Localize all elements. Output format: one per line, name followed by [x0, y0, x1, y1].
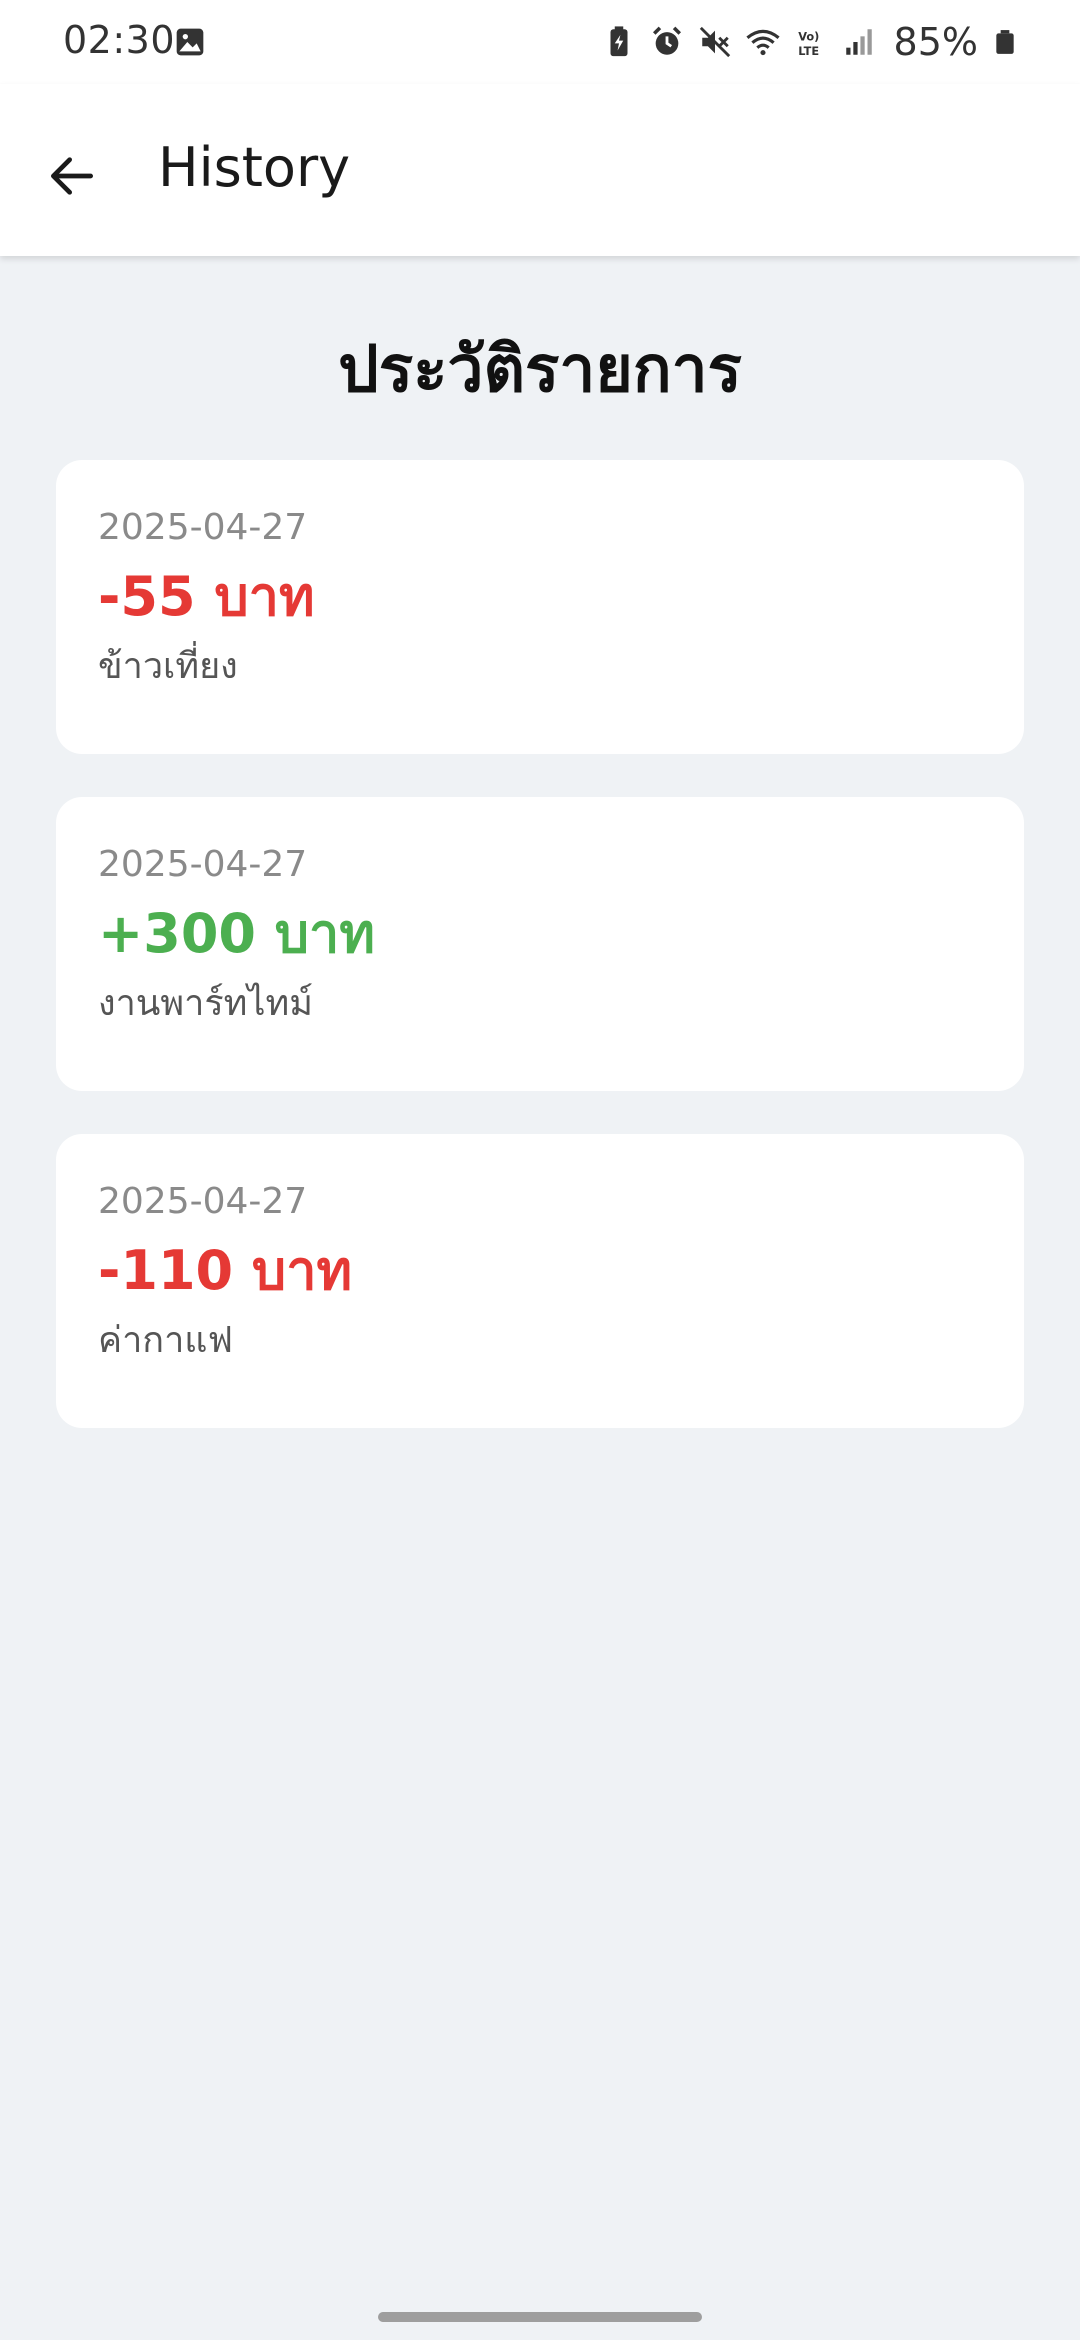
home-indicator[interactable]: [378, 2312, 702, 2322]
transaction-note: ข้าวเที่ยง: [98, 646, 238, 687]
svg-text:LTE: LTE: [798, 44, 819, 58]
status-icons: Vo) LTE 85%: [602, 18, 1018, 66]
status-time: 02:30: [63, 18, 176, 62]
transaction-date: 2025-04-27: [98, 844, 308, 885]
history-heading: ประวัติรายการ: [338, 333, 742, 407]
gallery-icon: [176, 28, 204, 56]
transaction-note: ค่ากาแฟ: [98, 1320, 233, 1361]
transaction-date: 2025-04-27: [98, 507, 308, 548]
status-bar: 02:30 Vo) LTE 85%: [0, 0, 1080, 84]
transaction-amount: -55 บาท: [98, 565, 315, 628]
back-button[interactable]: [30, 134, 114, 218]
signal-icon: [845, 29, 872, 55]
transaction-note: งานพาร์ทไทม์: [98, 983, 313, 1024]
page-title: History: [158, 136, 351, 199]
transaction-amount: -110 บาท: [98, 1239, 353, 1302]
volte-icon: Vo) LTE: [798, 30, 819, 58]
arrow-left-icon: [51, 157, 93, 195]
svg-text:Vo): Vo): [798, 30, 819, 44]
alarm-icon: [652, 26, 681, 55]
transaction-card[interactable]: 2025-04-27 -110 บาท ค่ากาแฟ: [56, 1134, 1024, 1428]
transaction-card[interactable]: 2025-04-27 +300 บาท งานพาร์ทไทม์: [56, 797, 1024, 1091]
transaction-date: 2025-04-27: [98, 1181, 308, 1222]
transaction-list: 2025-04-27 -55 บาท ข้าวเที่ยง 2025-04-27…: [56, 460, 1024, 1471]
battery-percent: 85%: [893, 20, 978, 64]
battery-icon: [996, 30, 1014, 54]
transaction-amount: +300 บาท: [98, 902, 375, 965]
wifi-icon: [745, 29, 780, 56]
app-bar: History: [0, 84, 1080, 256]
transaction-card[interactable]: 2025-04-27 -55 บาท ข้าวเที่ยง: [56, 460, 1024, 754]
mute-icon: [699, 26, 730, 58]
battery-saver-icon: [610, 26, 628, 57]
